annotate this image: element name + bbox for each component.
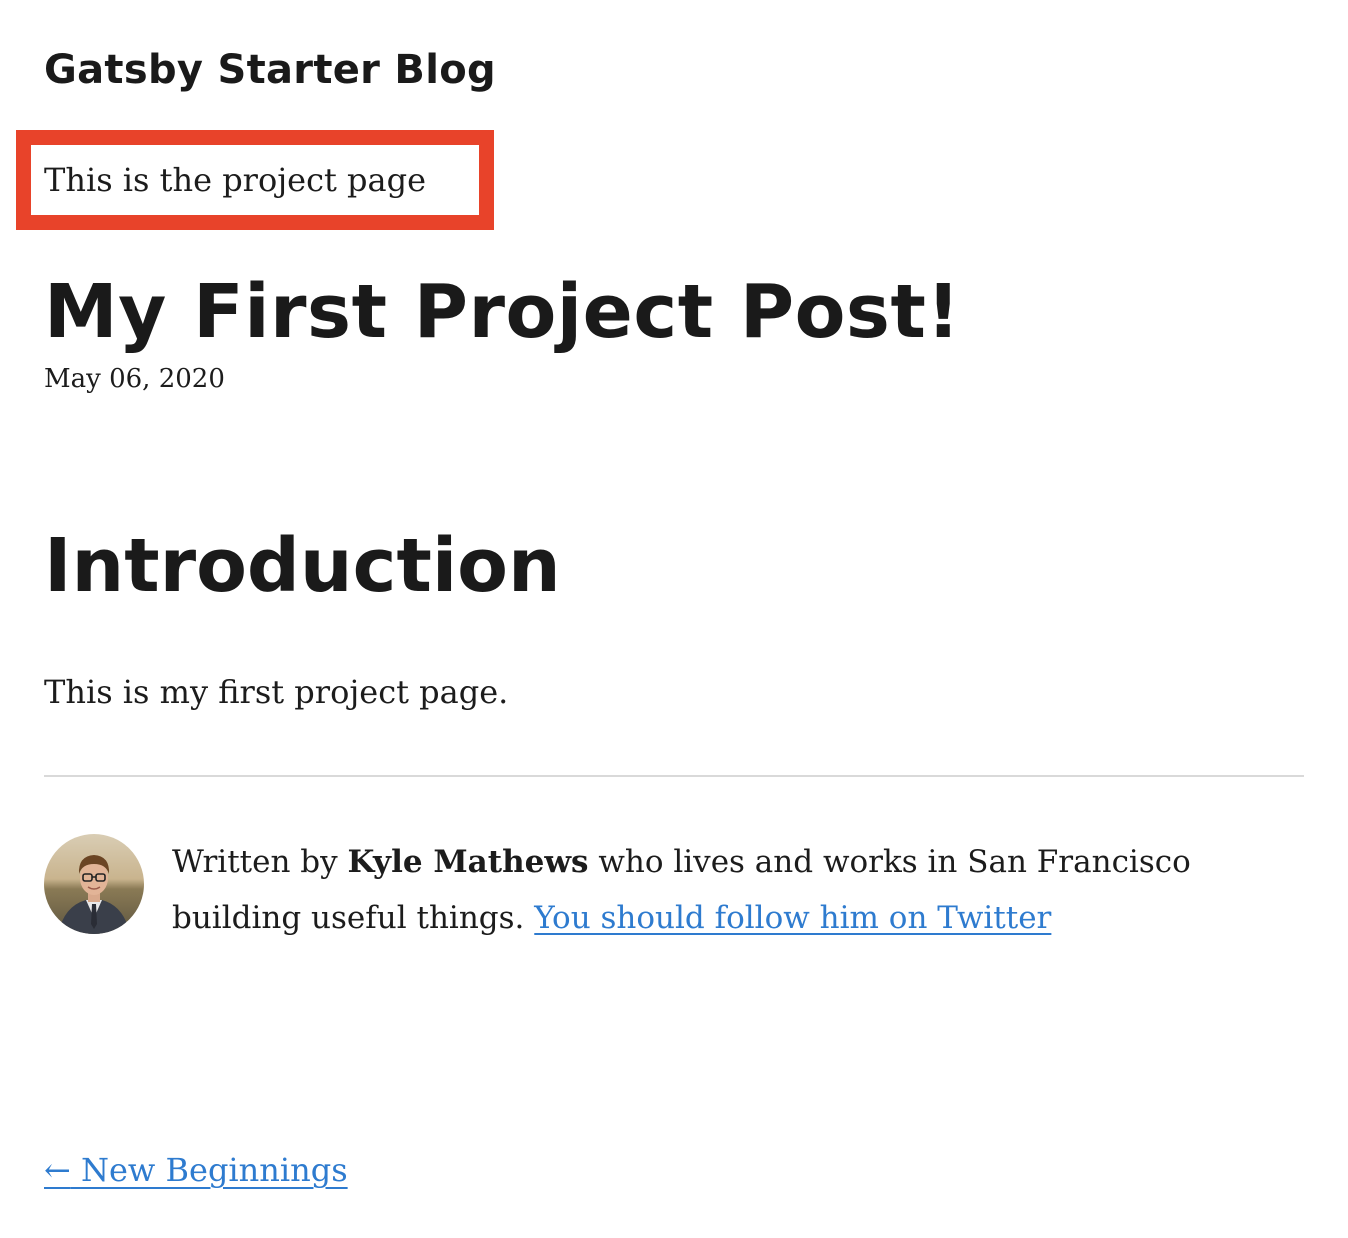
author-name: Kyle Mathews (347, 844, 589, 880)
bio-prefix: Written by (172, 844, 348, 880)
author-avatar-icon (44, 834, 144, 934)
project-page-label: This is the project page (44, 161, 427, 199)
bio-text: Written by Kyle Mathews who lives and wo… (172, 834, 1307, 946)
author-bio: Written by Kyle Mathews who lives and wo… (44, 834, 1304, 954)
divider (44, 775, 1304, 777)
post-body-paragraph: This is my first project page. (44, 673, 509, 711)
previous-post-label: New Beginnings (80, 1151, 348, 1189)
site-title-link[interactable]: Gatsby Starter Blog (44, 42, 496, 98)
twitter-link[interactable]: You should follow him on Twitter (534, 900, 1051, 936)
section-heading: Introduction (44, 523, 561, 609)
post-date: May 06, 2020 (44, 364, 225, 394)
previous-post-link[interactable]: ← New Beginnings (44, 1146, 348, 1194)
left-arrow-icon: ← (44, 1151, 71, 1189)
post-title: My First Project Post! (44, 269, 961, 355)
